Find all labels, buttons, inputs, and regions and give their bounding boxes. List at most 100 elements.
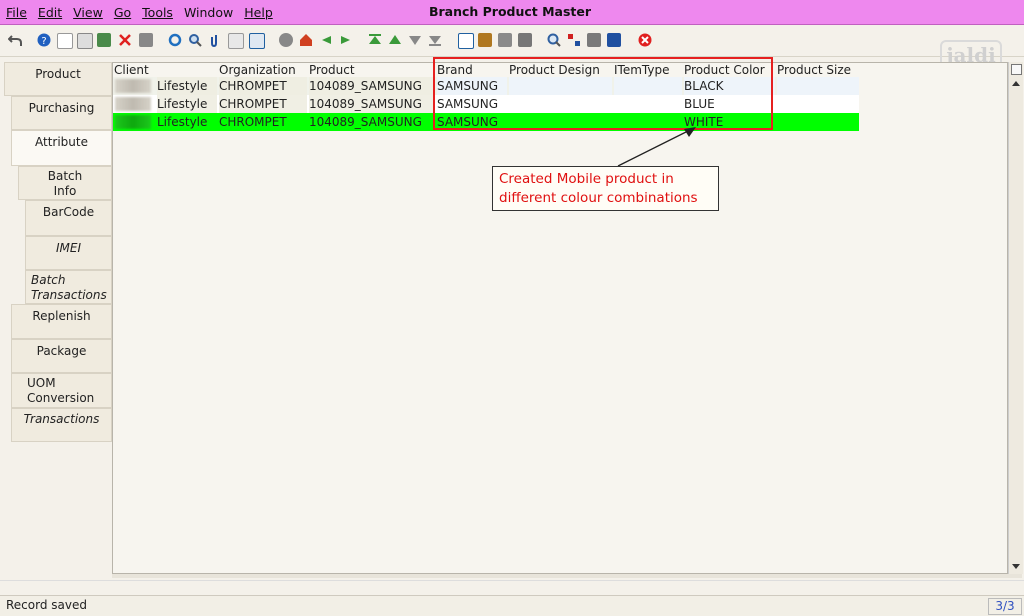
annotation-line-1: Created Mobile product in [499, 171, 674, 187]
annotation-callout: Created Mobile product in different colo… [492, 166, 719, 211]
title-menu-bar: File Edit View Go Tools Window Help Bran… [0, 0, 1024, 25]
table-row[interactable]: Lifestyle CHROMPET 104089_SAMSUNG SAMSUN… [113, 77, 859, 95]
table-row[interactable]: Lifestyle CHROMPET 104089_SAMSUNG SAMSUN… [113, 95, 859, 113]
print-preview-icon[interactable] [498, 33, 512, 47]
menu-help[interactable]: Help [244, 5, 273, 20]
tab-batch-info[interactable]: Batch Info [18, 166, 112, 200]
cell-itemtype[interactable] [614, 95, 682, 113]
cell-organization[interactable]: CHROMPET [219, 77, 307, 95]
tab-replenish[interactable]: Replenish [11, 304, 112, 339]
menu-view[interactable]: View [73, 5, 103, 20]
tab-batch-transactions[interactable]: Batch Transactions [25, 270, 112, 304]
tab-product[interactable]: Product [4, 62, 112, 96]
column-header-product[interactable]: Product [309, 63, 355, 77]
detail-icon[interactable] [339, 33, 353, 47]
tab-label: BarCode [42, 205, 95, 219]
undo-icon[interactable] [8, 33, 22, 47]
cell-brand[interactable]: SAMSUNG [437, 113, 507, 131]
next-record-icon[interactable] [408, 33, 422, 47]
cell-brand[interactable]: SAMSUNG [437, 95, 507, 113]
delete-selection-icon[interactable] [97, 33, 111, 47]
table-row-selected[interactable]: Lifestyle CHROMPET 104089_SAMSUNG SAMSUN… [113, 113, 859, 131]
tab-label: IMEI [55, 241, 81, 255]
tab-package[interactable]: Package [11, 339, 112, 373]
cell-client[interactable]: Lifestyle [157, 77, 217, 95]
close-window-icon[interactable] [638, 33, 652, 47]
parent-icon[interactable] [319, 33, 333, 47]
svg-text:?: ? [41, 36, 46, 47]
archive-icon[interactable] [478, 33, 492, 47]
menu-file[interactable]: File [6, 5, 27, 20]
cell-product-color[interactable]: BLUE [684, 95, 775, 113]
cell-organization[interactable]: CHROMPET [219, 95, 307, 113]
scroll-down-icon[interactable] [1010, 560, 1022, 574]
column-header-product-color[interactable]: Product Color [684, 63, 765, 77]
column-header-client[interactable]: Client [114, 63, 149, 77]
tab-label: UOM Conversion [27, 376, 95, 405]
scroll-up-icon[interactable] [1010, 76, 1022, 90]
help-icon[interactable]: ? [37, 33, 51, 47]
cell-product-size[interactable] [777, 95, 859, 113]
column-header-brand[interactable]: Brand [437, 63, 473, 77]
cell-product[interactable]: 104089_SAMSUNG [309, 113, 435, 131]
menu-tools[interactable]: Tools [142, 5, 173, 20]
tab-barcode[interactable]: BarCode [25, 200, 112, 236]
client-logo-blurred [115, 97, 151, 111]
cell-client[interactable]: Lifestyle [157, 95, 217, 113]
print-icon[interactable] [518, 33, 532, 47]
delete-icon[interactable] [118, 33, 132, 47]
product-info-icon[interactable] [607, 33, 621, 47]
column-header-product-design[interactable]: Product Design [509, 63, 600, 77]
save-icon[interactable] [139, 33, 153, 47]
new-record-icon[interactable] [57, 33, 73, 49]
cell-product-color[interactable]: BLACK [684, 77, 775, 95]
home-icon[interactable] [299, 33, 313, 47]
column-header-organization[interactable]: Organization [219, 63, 296, 77]
refresh-icon[interactable] [168, 33, 182, 47]
first-record-icon[interactable] [368, 33, 382, 47]
tab-purchasing[interactable]: Purchasing [11, 96, 112, 130]
cell-product[interactable]: 104089_SAMSUNG [309, 77, 435, 95]
cell-brand[interactable]: SAMSUNG [437, 77, 507, 95]
panel-toggle-icon[interactable] [1011, 64, 1022, 75]
cell-organization[interactable]: CHROMPET [219, 113, 307, 131]
product-grid[interactable]: Client Organization Product Brand Produc… [112, 62, 1008, 574]
tab-transactions[interactable]: Transactions [11, 408, 112, 442]
attachment-icon[interactable] [208, 33, 222, 47]
cell-product-design[interactable] [509, 113, 612, 131]
column-header-itemtype[interactable]: ITemType [614, 63, 669, 77]
tab-imei[interactable]: IMEI [25, 236, 112, 270]
record-count[interactable]: 3/3 [988, 598, 1022, 615]
menu-go[interactable]: Go [114, 5, 131, 20]
grid-toggle-icon[interactable] [249, 33, 265, 49]
cell-client[interactable]: Lifestyle [157, 113, 217, 131]
horizontal-scrollbar[interactable] [112, 574, 1022, 578]
cell-product-size[interactable] [777, 113, 859, 131]
find-icon[interactable] [188, 33, 202, 47]
chat-icon[interactable] [228, 33, 244, 49]
tab-attribute[interactable]: Attribute [11, 130, 112, 166]
cell-product-design[interactable] [509, 77, 612, 95]
cell-itemtype[interactable] [614, 77, 682, 95]
workflow-icon[interactable] [567, 33, 581, 47]
cell-product[interactable]: 104089_SAMSUNG [309, 95, 435, 113]
previous-record-icon[interactable] [388, 33, 402, 47]
client-logo-blurred [115, 115, 151, 129]
column-header-product-size[interactable]: Product Size [777, 63, 851, 77]
zoom-icon[interactable] [547, 33, 561, 47]
copy-record-icon[interactable] [77, 33, 93, 49]
tab-label: Replenish [32, 309, 91, 323]
tab-uom-conversion[interactable]: UOM Conversion [11, 373, 112, 408]
status-bar: Record saved 3/3 [0, 595, 1024, 616]
request-icon[interactable] [587, 33, 601, 47]
report-icon[interactable] [458, 33, 474, 49]
cell-product-size[interactable] [777, 77, 859, 95]
last-record-icon[interactable] [428, 33, 442, 47]
tab-label: Attribute [35, 135, 88, 149]
menu-edit[interactable]: Edit [38, 5, 62, 20]
cell-product-design[interactable] [509, 95, 612, 113]
annotation-arrow-icon [617, 127, 696, 167]
menu-window[interactable]: Window [184, 5, 233, 20]
vertical-scrollbar[interactable] [1008, 62, 1023, 574]
history-icon[interactable] [279, 33, 293, 47]
